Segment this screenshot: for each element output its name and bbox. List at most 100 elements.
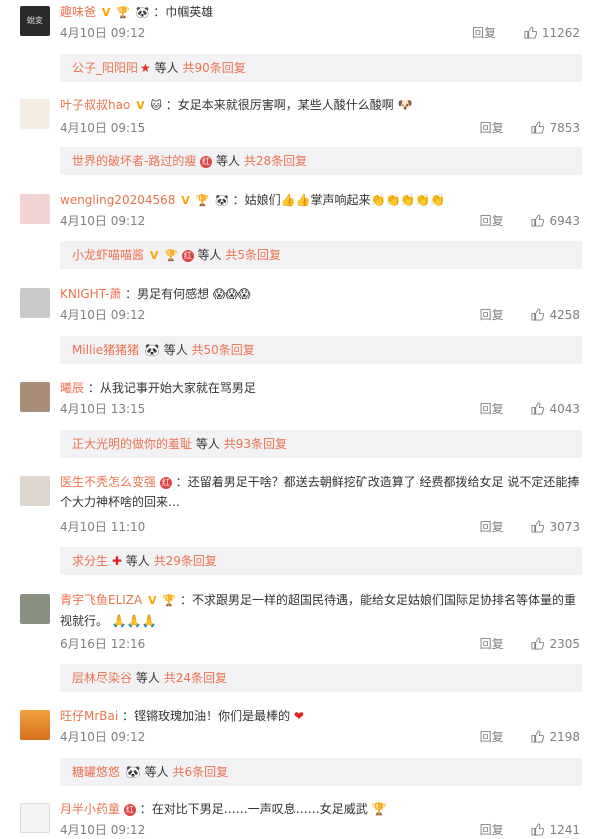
vip-badge-icon: V <box>148 593 157 607</box>
sub-reply-mid: 等人 <box>154 61 179 75</box>
trophy-icon: 🏆 <box>164 248 178 262</box>
user-name[interactable]: 医生不秃怎么变强 <box>60 475 156 489</box>
comment-time: 6月16日 12:16 <box>60 637 146 651</box>
comment-actions: 回复 4043 <box>480 400 580 417</box>
like-count: 2305 <box>549 637 580 651</box>
sub-reply-bar[interactable]: 糖罐悠悠 🐼 等人 共6条回复 <box>60 758 582 786</box>
sub-reply-user[interactable]: 小龙虾喵喵酱 <box>72 248 144 262</box>
sub-reply-count[interactable]: 共93条回复 <box>224 437 287 451</box>
user-name[interactable]: 月半小药童 <box>60 802 120 816</box>
avatar[interactable] <box>20 288 50 318</box>
comment-actions: 回复 6943 <box>480 212 580 229</box>
panda-icon: 🐼 <box>125 765 141 779</box>
like-button[interactable]: 4043 <box>531 402 580 416</box>
sub-reply-bar[interactable]: 世界的破坏者-路过的瘦 红 等人 共28条回复 <box>60 147 582 175</box>
sub-reply-user[interactable]: 世界的破坏者-路过的瘦 <box>72 154 196 168</box>
sub-reply-bar[interactable]: 层林尽染谷 等人 共24条回复 <box>60 664 582 692</box>
avatar[interactable] <box>20 194 50 224</box>
like-button[interactable]: 7853 <box>531 121 580 135</box>
red-badge-icon: 红 <box>123 803 136 816</box>
sub-reply-user[interactable]: 层林尽染谷 <box>72 671 132 685</box>
sub-reply-bar[interactable]: 公子_阳阳阳 ★ 等人 共90条回复 <box>60 54 582 82</box>
comment-actions: 回复 1241 <box>480 821 580 838</box>
comment-text: ：从我记事开始大家就在骂男足 <box>87 381 256 395</box>
sub-reply-count[interactable]: 共5条回复 <box>225 248 281 262</box>
user-name[interactable]: 旺仔MrBai <box>60 709 118 723</box>
comment-text: ：姑娘们👍👍掌声响起来👏👏👏👏👏 <box>232 193 446 207</box>
sub-reply-bar[interactable]: Millie猪猪猪 🐼 等人 共50条回复 <box>60 336 582 364</box>
user-name[interactable]: 曦辰 <box>60 381 84 395</box>
comment-actions: 回复 4258 <box>480 306 580 323</box>
reply-button[interactable]: 回复 <box>480 730 504 744</box>
thumbs-up-icon <box>531 637 545 650</box>
sub-reply-mid: 等人 <box>125 554 150 568</box>
reply-button[interactable]: 回复 <box>480 402 504 416</box>
sub-reply-count[interactable]: 共28条回复 <box>244 154 307 168</box>
comment-time: 4月10日 13:15 <box>60 402 146 416</box>
cat-icon: 🐱 <box>150 98 162 112</box>
avatar[interactable] <box>20 476 50 506</box>
sub-reply-user[interactable]: Millie猪猪猪 <box>72 343 139 357</box>
like-count: 4258 <box>549 308 580 322</box>
sub-reply-count[interactable]: 共24条回复 <box>164 671 227 685</box>
user-name[interactable]: 青宇飞鱼ELIZA <box>60 593 142 607</box>
user-name[interactable]: wengling20204568 <box>60 193 175 207</box>
thumbs-up-icon <box>531 214 545 227</box>
user-name[interactable]: 叶子叔叔hao <box>60 98 130 112</box>
reply-button[interactable]: 回复 <box>480 520 504 534</box>
comment-text: ：女足本来就很厉害啊，某些人酸什么酸啊 <box>165 98 394 112</box>
trophy-icon: 🏆 <box>162 593 177 607</box>
sub-reply-user[interactable]: 公子_阳阳阳 <box>72 61 138 75</box>
sub-reply-user[interactable]: 糖罐悠悠 <box>72 765 120 779</box>
comment-time: 4月10日 11:10 <box>60 520 146 534</box>
heart-icon: ❤ <box>293 709 304 723</box>
user-name[interactable]: KNIGHT-萧 <box>60 287 121 301</box>
like-button[interactable]: 2305 <box>531 637 580 651</box>
reply-button[interactable]: 回复 <box>480 214 504 228</box>
like-button[interactable]: 11262 <box>524 26 580 40</box>
avatar[interactable] <box>20 710 50 740</box>
vip-badge-icon: V <box>149 248 159 262</box>
shocked-emoji-icon: 😱😱😱 <box>212 287 251 301</box>
dog-emoji-icon: 🐶 <box>397 98 413 112</box>
avatar[interactable]: 蛻変 <box>20 6 50 36</box>
like-button[interactable]: 6943 <box>531 214 580 228</box>
like-button[interactable]: 4258 <box>531 308 580 322</box>
sub-reply-user[interactable]: 求分生 <box>72 554 108 568</box>
reply-button[interactable]: 回复 <box>480 121 504 135</box>
sub-reply-bar[interactable]: 小龙虾喵喵酱 V 🏆 红 等人 共5条回复 <box>60 241 582 269</box>
avatar[interactable] <box>20 99 50 129</box>
like-button[interactable]: 3073 <box>531 520 580 534</box>
thumbs-up-icon <box>531 730 545 743</box>
reply-button[interactable]: 回复 <box>472 26 496 40</box>
comment-text: ：巾帼英雄 <box>153 5 214 19</box>
sub-reply-count[interactable]: 共50条回复 <box>192 343 255 357</box>
avatar[interactable] <box>20 803 50 833</box>
sub-reply-bar[interactable]: 正大光明的做你的羞耻 等人 共93条回复 <box>60 430 582 458</box>
like-button[interactable]: 2198 <box>531 730 580 744</box>
trophy-emoji-icon: 🏆 <box>371 802 387 816</box>
comment-actions: 回复 2305 <box>480 635 580 652</box>
comment-text: ：在对比下男足……一声叹息……女足威武 <box>139 802 368 816</box>
reply-button[interactable]: 回复 <box>480 637 504 651</box>
sub-reply-count[interactable]: 共6条回复 <box>172 765 228 779</box>
sub-reply-user[interactable]: 正大光明的做你的羞耻 <box>72 437 192 451</box>
avatar[interactable] <box>20 594 50 624</box>
thumbs-up-icon <box>531 121 545 134</box>
thumbs-up-icon <box>531 308 545 321</box>
avatar[interactable] <box>20 382 50 412</box>
reply-button[interactable]: 回复 <box>480 308 504 322</box>
red-cross-icon: ✚ <box>111 554 122 568</box>
sub-reply-count[interactable]: 共90条回复 <box>182 61 245 75</box>
user-name[interactable]: 趣味爸 <box>60 5 96 19</box>
sub-reply-count[interactable]: 共29条回复 <box>154 554 217 568</box>
comment-actions: 回复 7853 <box>480 119 580 136</box>
like-count: 7853 <box>549 121 580 135</box>
trophy-icon: 🏆 <box>195 193 210 207</box>
sub-reply-bar[interactable]: 求分生 ✚ 等人 共29条回复 <box>60 547 582 575</box>
thumbs-up-icon <box>531 402 545 415</box>
comment-actions: 回复 3073 <box>480 518 580 535</box>
comment-time: 4月10日 09:12 <box>60 308 146 322</box>
thumbs-up-icon <box>531 823 545 836</box>
like-count: 6943 <box>549 214 580 228</box>
